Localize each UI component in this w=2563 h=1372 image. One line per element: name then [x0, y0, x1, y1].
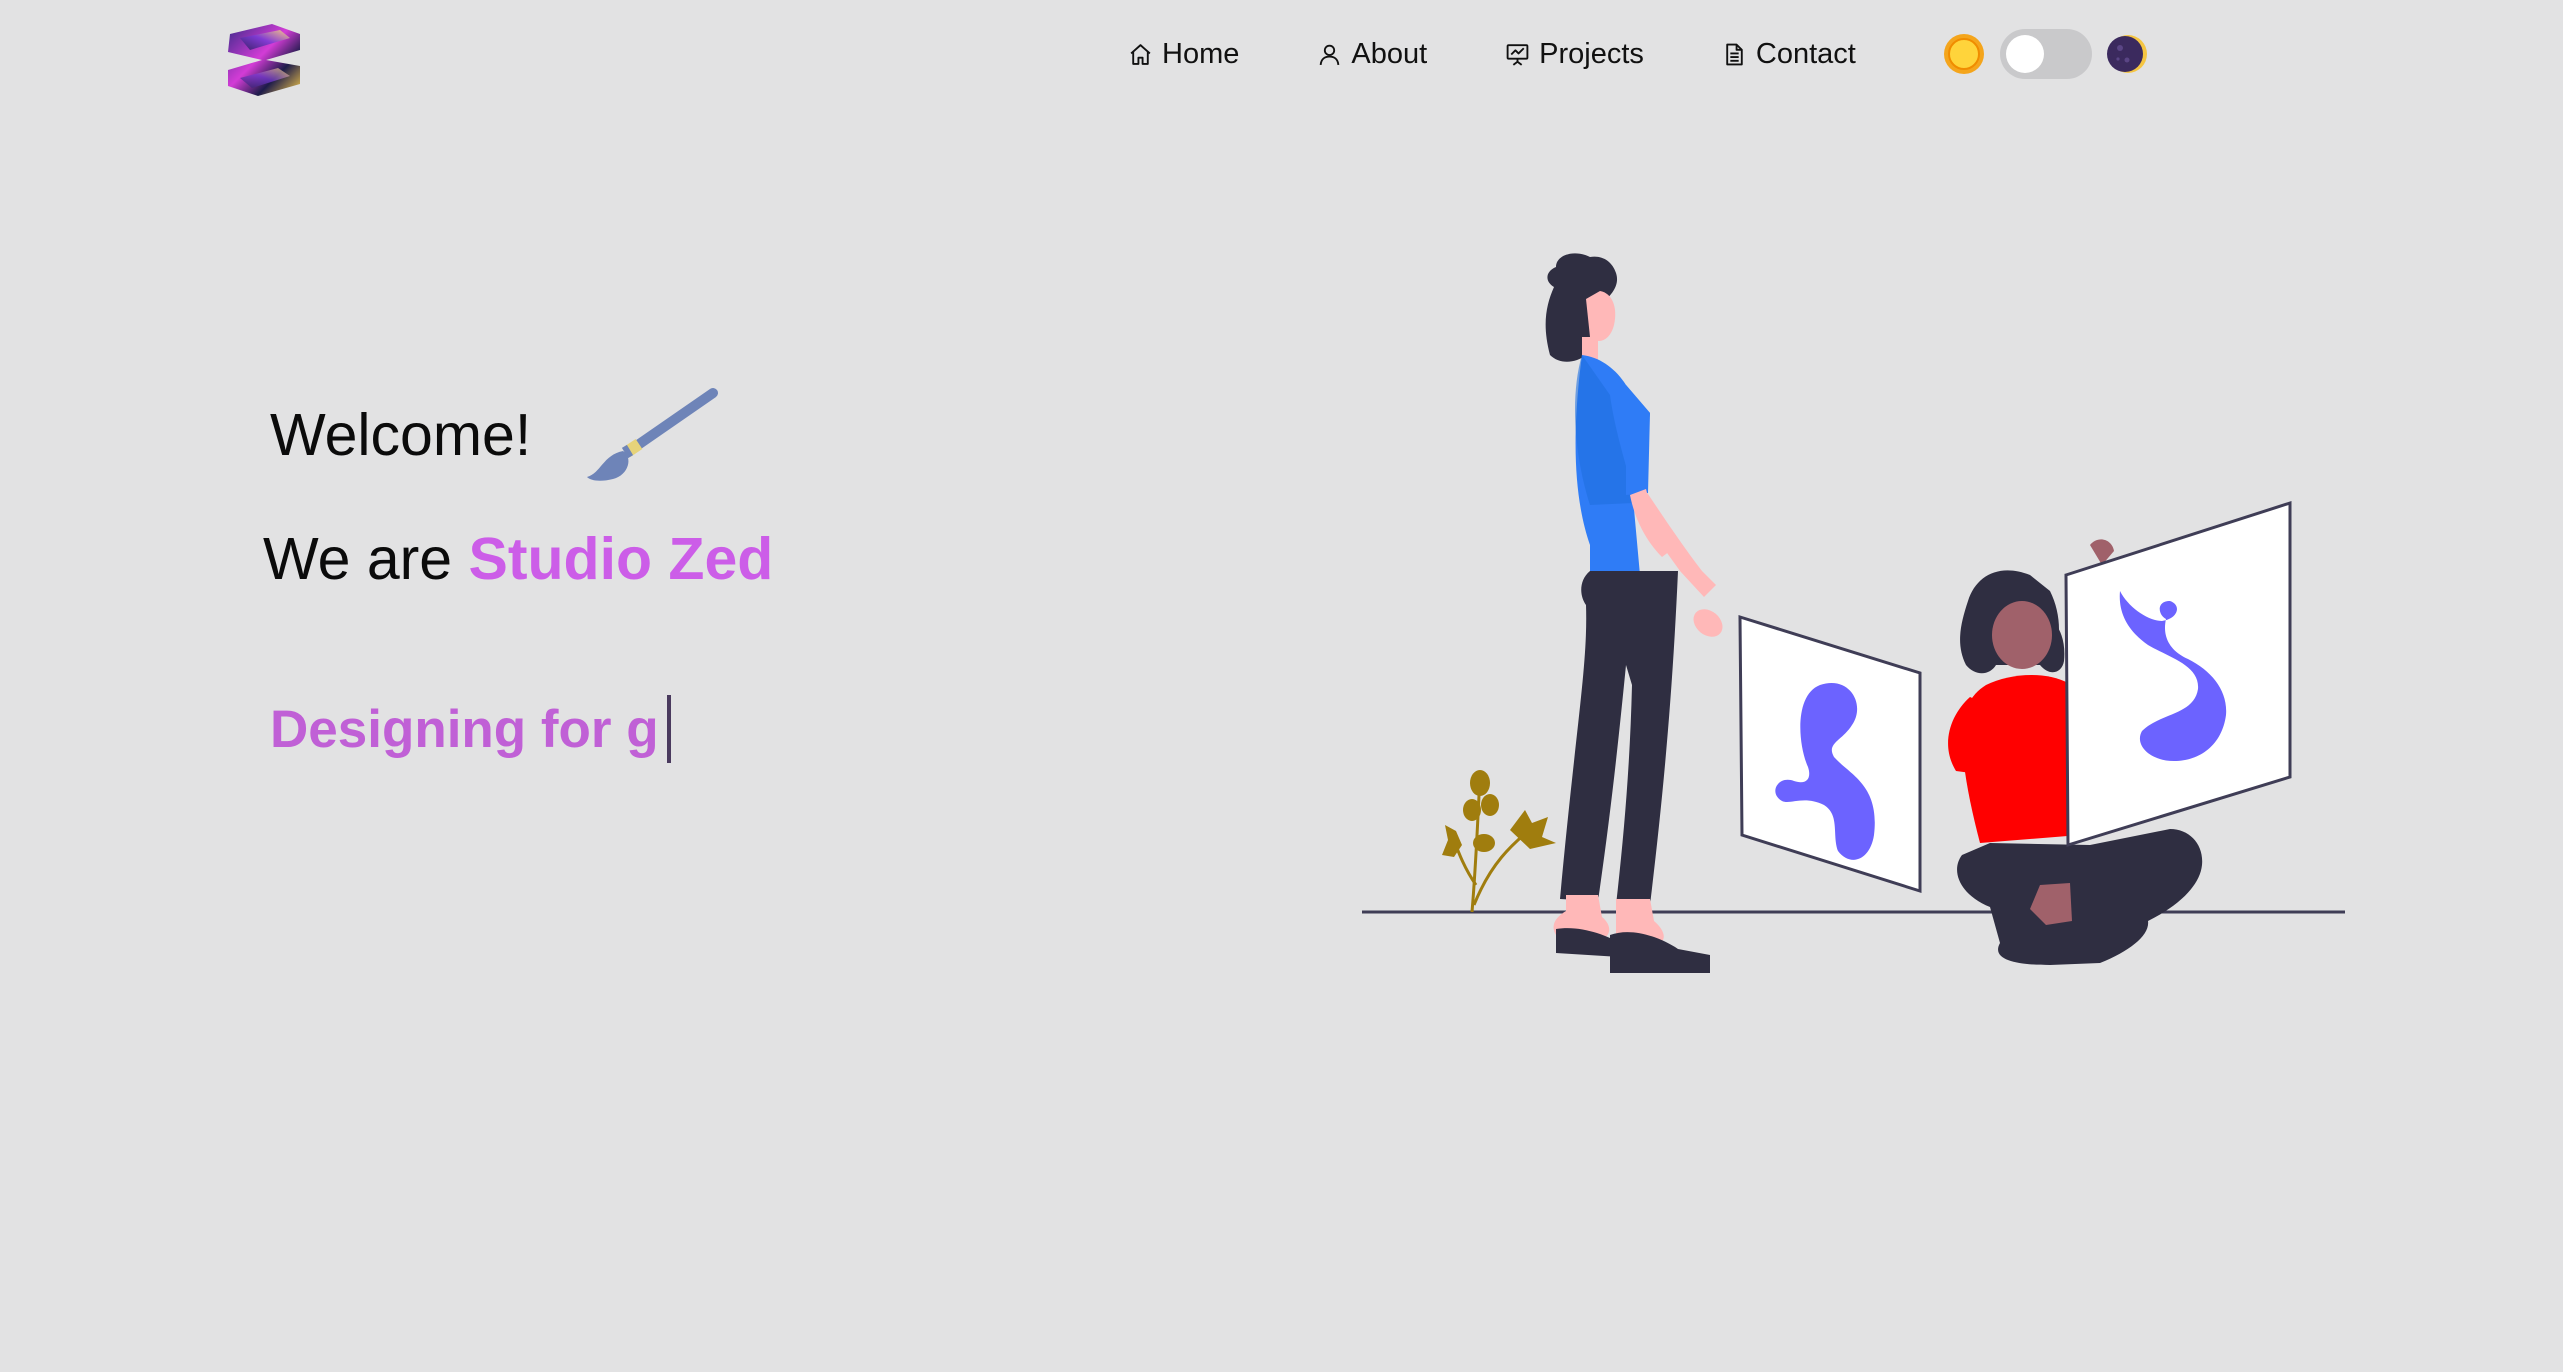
brand-name: Studio Zed: [468, 526, 774, 592]
presentation-icon: [1506, 43, 1529, 66]
typing-headline: Designing for g: [270, 695, 671, 763]
home-icon: [1130, 43, 1151, 65]
tagline: We are Studio Zed: [263, 525, 773, 593]
nav-about-label: About: [1351, 37, 1428, 70]
theme-switch[interactable]: [2000, 29, 2092, 79]
sun-icon[interactable]: [1942, 32, 1986, 76]
nav-contact[interactable]: Contact: [1722, 38, 1856, 71]
user-icon: [1320, 44, 1340, 65]
text-cursor: [666, 695, 671, 763]
nav-home[interactable]: Home: [1128, 38, 1239, 71]
document-icon: [1726, 43, 1743, 65]
nav-about[interactable]: About: [1317, 38, 1427, 71]
moon-icon[interactable]: [2106, 32, 2150, 76]
page: Home About Projects Contact Welcome! We …: [0, 0, 2563, 1372]
nav-projects[interactable]: Projects: [1505, 38, 1644, 71]
welcome-text: Welcome!: [270, 402, 532, 468]
standing-woman-figure: [1545, 253, 1723, 973]
main-nav: Home About Projects Contact: [1128, 24, 1856, 84]
theme-toggle: [1942, 24, 2150, 84]
hero-illustration: [1362, 253, 2345, 973]
typing-text: Designing for g: [270, 699, 659, 759]
nav-home-label: Home: [1162, 37, 1240, 70]
paintbrush-icon: [587, 388, 719, 481]
tagline-prefix: We are: [263, 526, 469, 592]
plant-illustration: [1442, 770, 1556, 913]
nav-contact-label: Contact: [1755, 37, 1856, 70]
canvas-left: [1738, 614, 1922, 894]
zed-logo[interactable]: [220, 20, 306, 98]
welcome-heading: Welcome!: [270, 385, 723, 485]
theme-switch-knob[interactable]: [2006, 35, 2044, 73]
nav-projects-label: Projects: [1539, 37, 1644, 70]
